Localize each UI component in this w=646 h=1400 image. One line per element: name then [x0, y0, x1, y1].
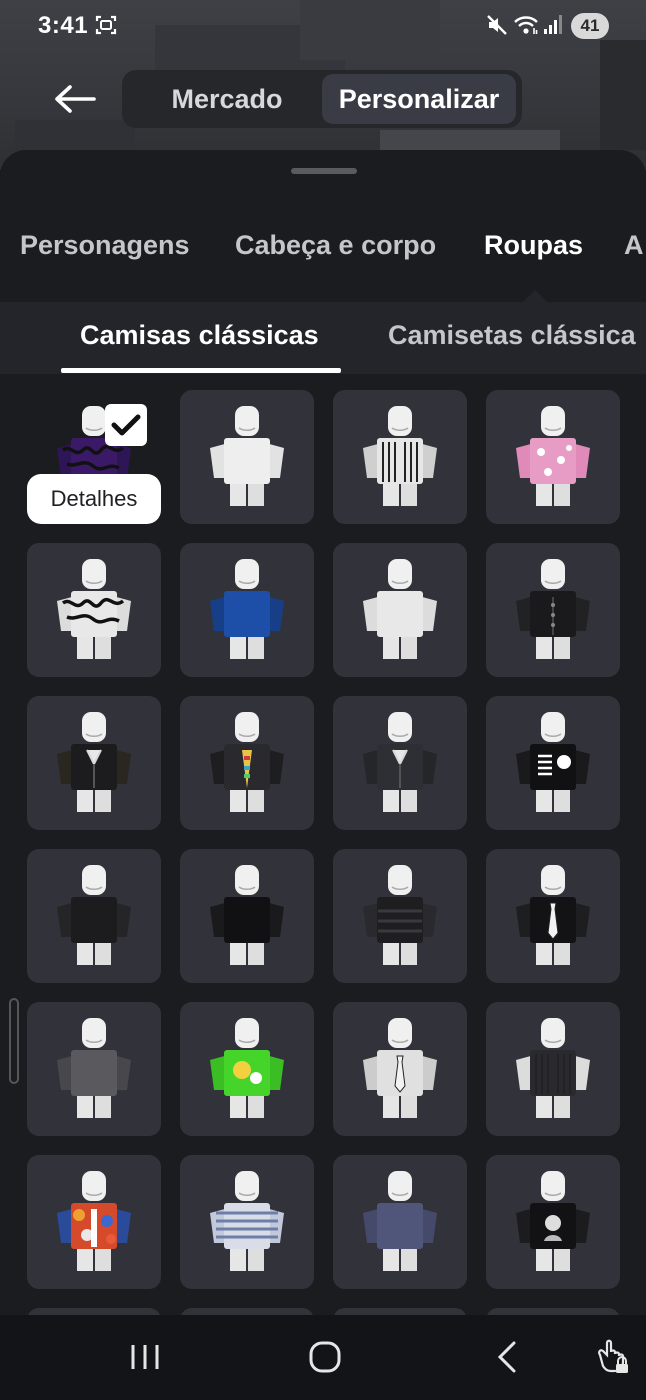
clothing-item-black-white-striped-shirt[interactable]: [486, 1002, 620, 1136]
system-nav-bar: [0, 1315, 646, 1400]
back-arrow-icon[interactable]: [50, 78, 100, 120]
category-tab-roupas[interactable]: Roupas: [484, 230, 583, 261]
subcategory-bar: Camisas clássicas Camisetas clássica: [0, 302, 646, 374]
clothing-item-white-suit-tie[interactable]: [333, 1002, 467, 1136]
status-bar: 3:41 41: [0, 0, 646, 52]
avatar-preview: [363, 865, 437, 965]
avatar-preview: [210, 712, 284, 812]
recents-icon[interactable]: [125, 1337, 165, 1377]
avatar-preview: [210, 559, 284, 659]
category-indicator: [523, 290, 547, 302]
clothing-item-dark-gray-jacket[interactable]: [333, 696, 467, 830]
avatar-preview: [516, 1018, 590, 1118]
selected-check-icon: [105, 404, 147, 446]
subtab-underline: [61, 368, 341, 373]
clothing-item-white-graffiti-shirt[interactable]: [27, 543, 161, 677]
clothing-item-navy-knit-sweater[interactable]: [333, 1155, 467, 1289]
avatar-preview: [210, 1018, 284, 1118]
touch-lock-icon[interactable]: [592, 1337, 632, 1377]
avatar-preview: [57, 712, 131, 812]
clothing-item-partial[interactable]: [333, 1308, 467, 1315]
clothing-item-blue-white-stripes[interactable]: [180, 1155, 314, 1289]
avatar-preview: [516, 1171, 590, 1271]
clothing-item-black-tie-vest[interactable]: [486, 849, 620, 983]
avatar-preview: [516, 712, 590, 812]
back-icon[interactable]: [488, 1337, 528, 1377]
clothing-item-green-cartoon-shirt[interactable]: [180, 1002, 314, 1136]
clothing-item-striped-bw-shirt[interactable]: [333, 390, 467, 524]
category-tab-personagens[interactable]: Personagens: [20, 230, 190, 261]
avatar-preview: [363, 712, 437, 812]
avatar-preview: [516, 406, 590, 506]
avatar-preview: [363, 559, 437, 659]
avatar-preview: [57, 1018, 131, 1118]
mute-icon: [487, 15, 507, 35]
tab-mercado[interactable]: Mercado: [152, 74, 302, 124]
main-tab-switcher: Mercado Personalizar: [122, 70, 522, 128]
clothing-item-white-henley-shirt[interactable]: [333, 543, 467, 677]
details-button[interactable]: Detalhes: [27, 474, 161, 524]
clothing-item-partial[interactable]: [27, 1308, 161, 1315]
category-tabs: Personagens Cabeça e corpo Roupas A: [0, 220, 646, 276]
avatar-preview: [516, 559, 590, 659]
battery-indicator: 41: [571, 13, 609, 39]
avatar-preview: [363, 1018, 437, 1118]
clothing-item-black-cardigan-shirt[interactable]: [486, 543, 620, 677]
clothing-item-plain-white-shirt[interactable]: [180, 390, 314, 524]
category-tab-cabeca-corpo[interactable]: Cabeça e corpo: [235, 230, 436, 261]
home-icon[interactable]: [305, 1337, 345, 1377]
clothing-item-real-men-kitty-shirt[interactable]: [486, 696, 620, 830]
avatar-preview: [57, 865, 131, 965]
avatar-preview: [363, 1171, 437, 1271]
avatar-preview: [516, 865, 590, 965]
subcategory-fade: [0, 302, 20, 374]
signal-icon: [544, 15, 562, 34]
drag-handle[interactable]: [291, 168, 357, 174]
clothing-item-black-hoodie[interactable]: [27, 849, 161, 983]
clothing-item-black-striped-sweater[interactable]: [333, 849, 467, 983]
clothing-item-floral-jacket[interactable]: [27, 1155, 161, 1289]
subtab-camisas-classicas[interactable]: Camisas clássicas: [80, 320, 319, 351]
category-tab-partial[interactable]: A: [624, 230, 644, 261]
clothing-item-pink-hello-kitty-shirt[interactable]: [486, 390, 620, 524]
avatar-preview: [210, 865, 284, 965]
clothing-item-black-tee-white-arms[interactable]: [180, 849, 314, 983]
customize-sheet: Personagens Cabeça e corpo Roupas A Cami…: [0, 150, 646, 1315]
clothing-item-partial[interactable]: [180, 1308, 314, 1315]
avatar-preview: [57, 1171, 131, 1271]
avatar-preview: [363, 406, 437, 506]
clothing-item-gray-sweater[interactable]: [27, 1002, 161, 1136]
avatar-preview: [210, 406, 284, 506]
clothing-item-blue-jersey-shirt[interactable]: [180, 543, 314, 677]
avatar-preview: [210, 1171, 284, 1271]
clothing-item-black-jacket-gold[interactable]: [27, 696, 161, 830]
clothing-item-black-print-tee[interactable]: [486, 1155, 620, 1289]
scroll-indicator[interactable]: [9, 998, 19, 1084]
wifi-icon: [514, 16, 538, 34]
avatar-preview: [57, 559, 131, 659]
status-time: 3:41: [38, 12, 89, 39]
clothing-item-black-leather-rainbow[interactable]: [180, 696, 314, 830]
tab-personalizar[interactable]: Personalizar: [322, 74, 516, 124]
screenshot-icon: [95, 15, 117, 35]
clothing-item-partial[interactable]: [486, 1308, 620, 1315]
subtab-camisetas-classicas[interactable]: Camisetas clássica: [388, 320, 636, 351]
